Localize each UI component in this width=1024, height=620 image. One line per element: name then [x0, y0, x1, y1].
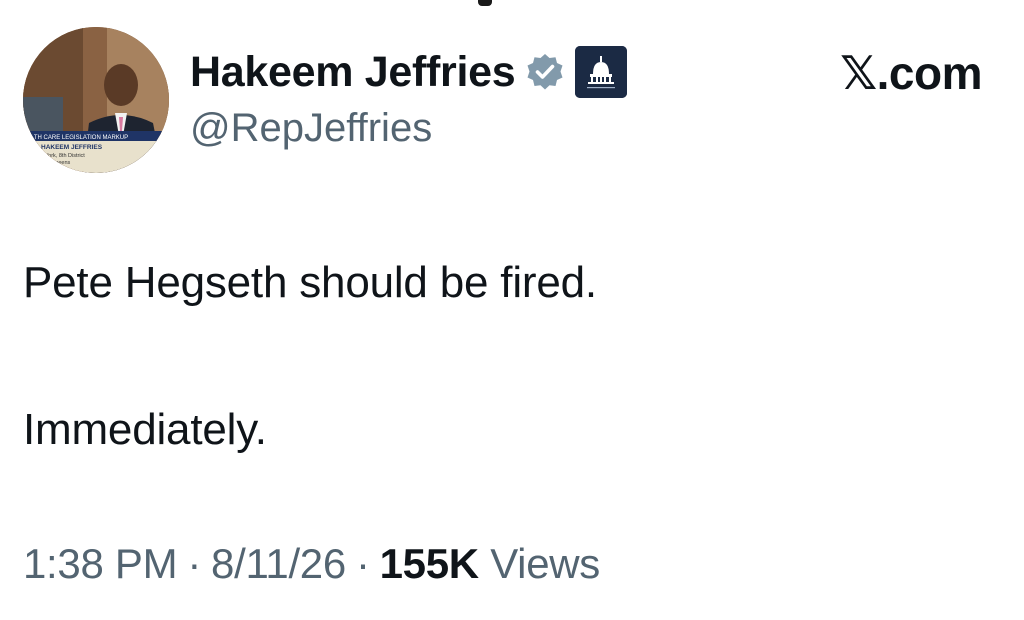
avatar-photo: ALTH CARE LEGISLATION MARKUP HAKEEM JEFF… [23, 27, 169, 173]
x-com-source-label: 𝕏.com [840, 47, 982, 99]
verified-badge-icon[interactable] [525, 52, 565, 92]
avatar-caption-line3: York, 8th District [45, 153, 85, 159]
tweet-text-line-2: Immediately. [23, 405, 267, 454]
views-label: Views [490, 540, 600, 587]
author-name-row: Hakeem Jeffries [190, 44, 628, 100]
meta-separator: · [187, 540, 202, 587]
avatar-caption-line4: Queens [51, 160, 71, 166]
tweet-time[interactable]: 1:38 PM [23, 540, 178, 587]
tweet-date[interactable]: 8/11/26 [211, 540, 346, 587]
avatar-caption-line1: ALTH CARE LEGISLATION MARKUP [27, 135, 128, 141]
meta-separator: · [355, 540, 370, 587]
user-handle[interactable]: @RepJeffries [190, 106, 432, 151]
avatar[interactable]: ALTH CARE LEGISLATION MARKUP HAKEEM JEFF… [23, 27, 169, 173]
tweet-meta: 1:38 PM · 8/11/26 · 155K Views [23, 540, 600, 588]
capitol-dome-icon[interactable] [575, 46, 628, 98]
tweet-text-line-1: Pete Hegseth should be fired. [23, 258, 597, 307]
avatar-caption-line2: HAKEEM JEFFRIES [41, 144, 103, 151]
display-name[interactable]: Hakeem Jeffries [190, 48, 516, 97]
views-count: 155K [379, 540, 480, 587]
top-edge-mark [478, 0, 492, 6]
